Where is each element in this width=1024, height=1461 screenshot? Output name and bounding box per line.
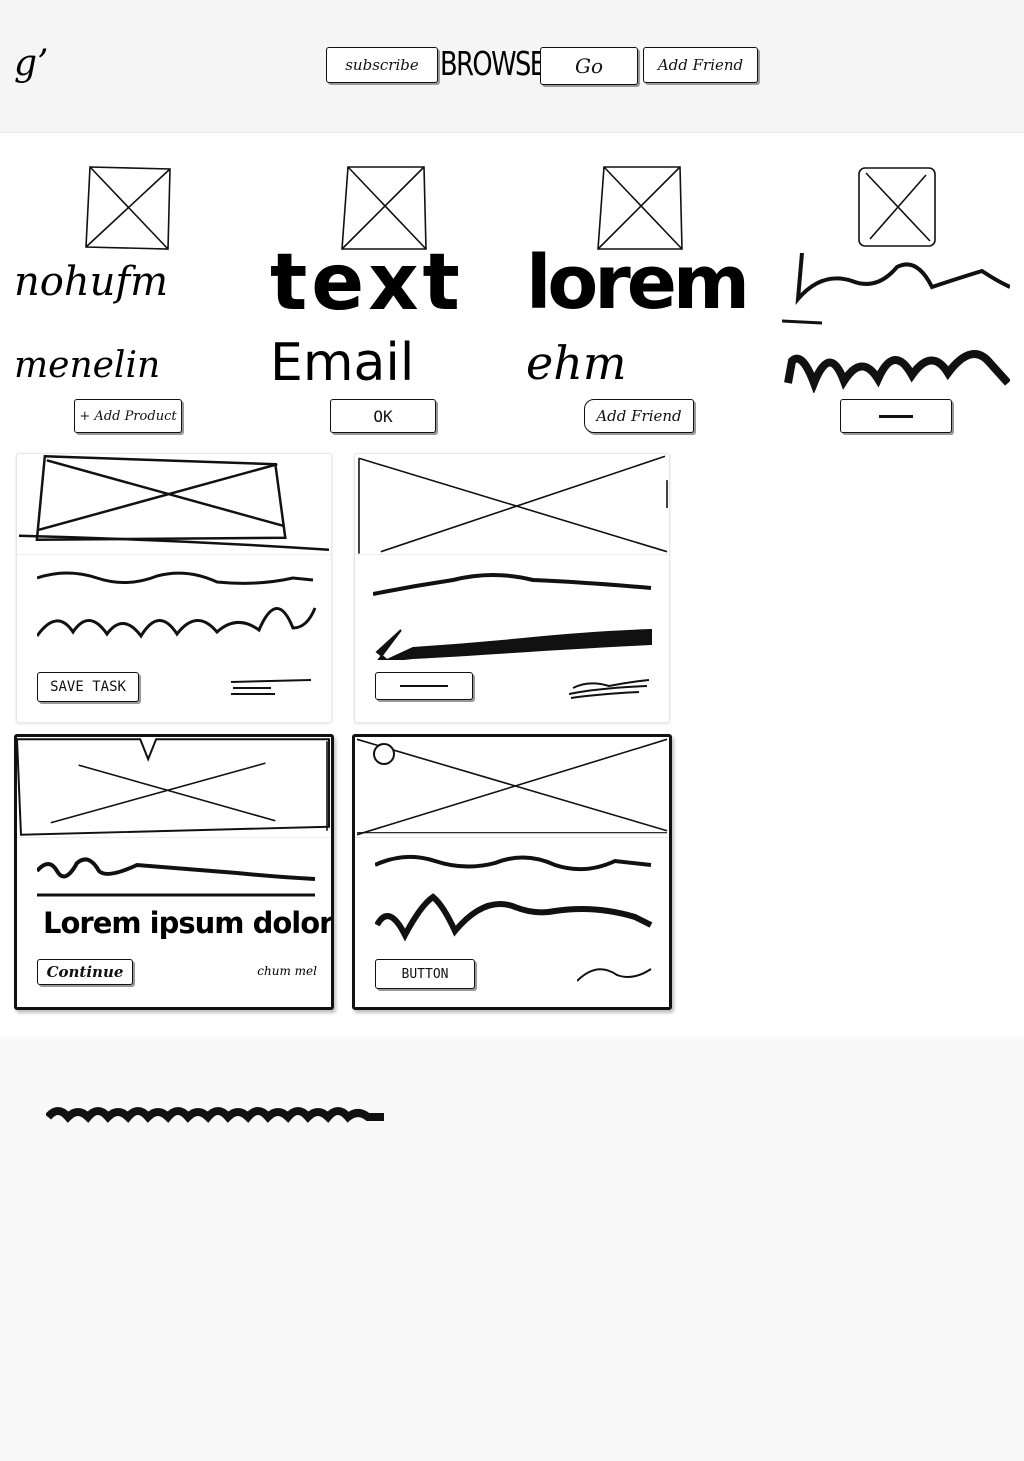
add-product-button[interactable]: + Add Product: [74, 399, 182, 433]
product-subtitle: ehm: [526, 336, 627, 390]
text-scribble: [375, 854, 653, 942]
product-title: lorem: [526, 240, 750, 326]
text-scribble: [37, 857, 316, 897]
image-placeholder-icon: [858, 167, 936, 247]
generic-button[interactable]: BUTTON: [375, 959, 475, 989]
dash-icon: [879, 414, 913, 418]
continue-button[interactable]: Continue: [37, 959, 133, 985]
product-subtitle-scribble: [784, 350, 1010, 393]
product-subtitle: Email: [270, 333, 415, 393]
site-logo[interactable]: g’: [14, 44, 60, 86]
product-item: lorem ehm Add Friend: [522, 161, 757, 441]
product-item: [778, 161, 1013, 441]
content-card: BUTTON: [352, 734, 672, 1010]
product-title-scribble: [782, 252, 1010, 325]
text-scribble: [373, 573, 652, 660]
link-scribble[interactable]: [577, 961, 653, 985]
footer-text-scribble: [46, 1107, 384, 1123]
image-placeholder-icon: [355, 738, 669, 838]
image-placeholder-icon: [597, 166, 683, 250]
product-subtitle: menelin: [14, 345, 161, 386]
top-navbar: g’ subscribe BROWSE Go Add Friend: [0, 0, 1024, 133]
dash-button[interactable]: [840, 399, 952, 433]
footer: [0, 1037, 1024, 1461]
link-scribble[interactable]: [569, 676, 653, 700]
item-card: [354, 453, 670, 723]
link-scribble[interactable]: [231, 676, 315, 696]
image-placeholder-icon: [17, 455, 331, 555]
save-task-button[interactable]: SAVE TASK: [37, 672, 139, 702]
circle-icon: [373, 743, 395, 765]
image-placeholder-icon: [85, 166, 171, 250]
product-item: nohufm menelin + Add Product: [10, 161, 245, 441]
dash-button[interactable]: [375, 672, 473, 700]
card-heading: Lorem ipsum dolor: [43, 906, 333, 940]
add-friend-button[interactable]: Add Friend: [584, 399, 694, 433]
browse-button[interactable]: BROWSE: [440, 42, 546, 86]
task-card: SAVE TASK: [16, 453, 332, 723]
main-content: nohufm menelin + Add Product text Email …: [0, 133, 1024, 1037]
ok-button[interactable]: OK: [330, 399, 436, 433]
go-button[interactable]: Go: [540, 47, 638, 85]
image-placeholder-icon: [355, 455, 669, 555]
product-title: nohufm: [14, 259, 169, 305]
product-title: text: [270, 238, 464, 328]
subscribe-button[interactable]: subscribe: [326, 47, 438, 83]
dash-icon: [400, 685, 448, 687]
image-placeholder-icon: [17, 738, 331, 838]
text-scribble: [37, 571, 317, 639]
product-item: text Email OK: [266, 161, 501, 441]
add-friend-button[interactable]: Add Friend: [643, 47, 758, 83]
content-card: Lorem ipsum dolor Continue chum mel: [14, 734, 334, 1010]
card-caption[interactable]: chum mel: [223, 959, 317, 983]
